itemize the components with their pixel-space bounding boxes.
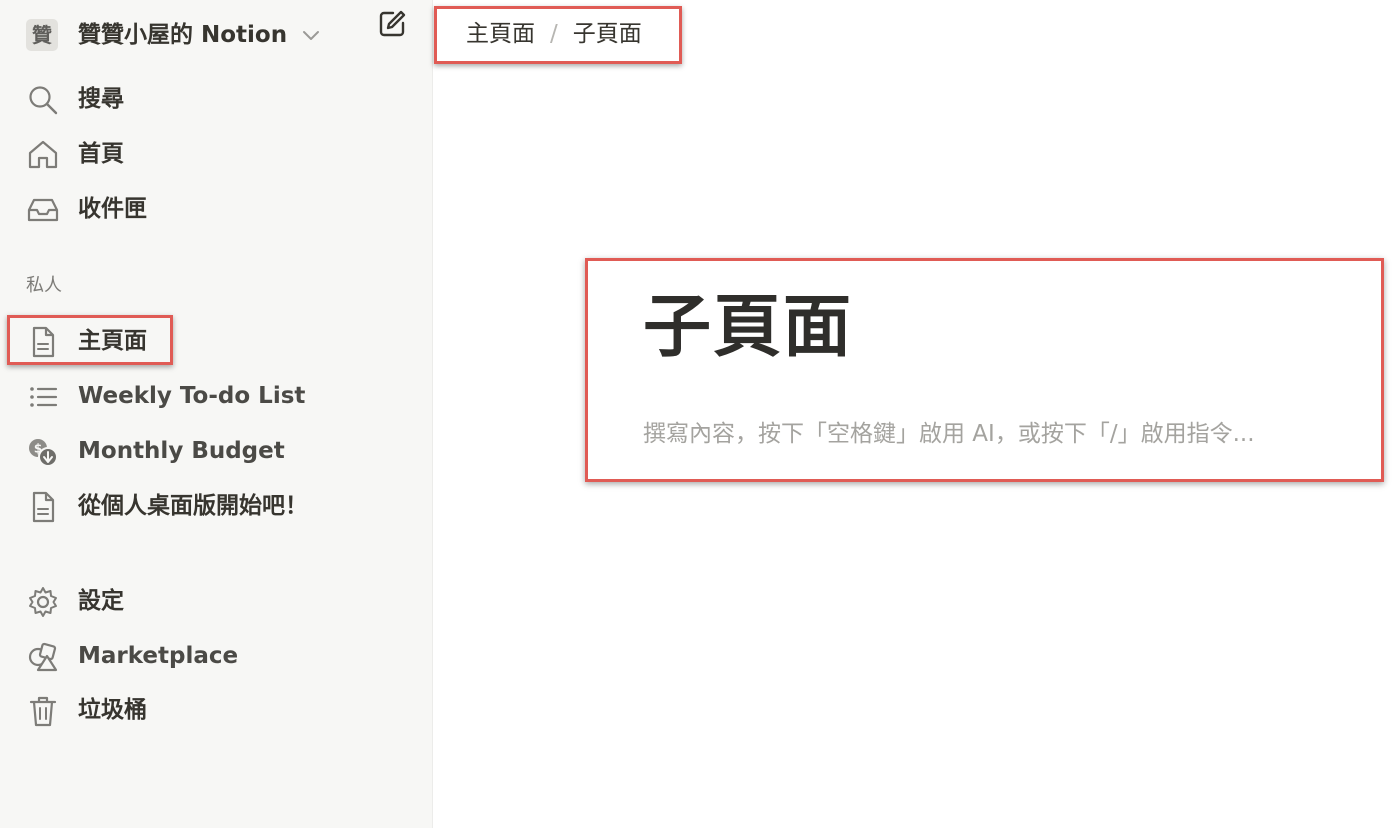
highlight-box-sidebar	[7, 315, 173, 365]
highlight-box-breadcrumb	[434, 6, 682, 64]
sidebar-item-search[interactable]: 搜尋	[0, 75, 433, 123]
sidebar-item-label: 設定	[78, 588, 124, 614]
marketplace-icon	[28, 642, 58, 672]
sidebar-item-home[interactable]: 首頁	[0, 130, 433, 178]
section-label-private: 私人	[26, 275, 62, 296]
search-icon	[29, 86, 58, 115]
workspace-name: 贊贊小屋的 Notion	[78, 22, 288, 48]
sidebar-item-label: Monthly Budget	[78, 438, 285, 464]
page-icon	[32, 491, 55, 523]
list-icon	[30, 387, 58, 407]
inbox-icon	[27, 198, 59, 222]
chevron-down-icon	[303, 31, 319, 40]
workspace-switcher[interactable]: 贊 贊贊小屋的 Notion	[0, 12, 433, 56]
sidebar-item-settings[interactable]: 設定	[0, 577, 433, 625]
highlight-box-content	[585, 258, 1384, 482]
sidebar-item-trash[interactable]: 垃圾桶	[0, 686, 433, 734]
sidebar-item-label: 首頁	[78, 141, 124, 167]
trash-icon	[29, 696, 57, 727]
sidebar-item-marketplace[interactable]: Marketplace	[0, 632, 433, 680]
sidebar-item-label: 收件匣	[78, 196, 147, 222]
sidebar-item-label: Marketplace	[78, 643, 239, 669]
sidebar-item-label: 從個人桌面版開始吧！	[78, 493, 308, 519]
sidebar-item-label: 搜尋	[78, 86, 124, 112]
new-page-icon[interactable]	[376, 8, 408, 40]
sidebar: 贊 贊贊小屋的 Notion 搜尋 首頁 收件匣 私人 主頁面 Weekly T…	[0, 0, 433, 828]
budget-icon: $	[29, 439, 58, 467]
sidebar-item-inbox[interactable]: 收件匣	[0, 185, 433, 233]
workspace-avatar: 贊	[26, 19, 58, 51]
sidebar-item-getting-started[interactable]: 從個人桌面版開始吧！	[0, 482, 433, 530]
sidebar-item-label: Weekly To-do List	[78, 383, 306, 409]
home-icon	[28, 140, 58, 169]
sidebar-item-monthly-budget[interactable]: $ Monthly Budget	[0, 427, 433, 475]
sidebar-item-weekly-todo[interactable]: Weekly To-do List	[0, 372, 433, 420]
gear-icon	[29, 587, 57, 617]
sidebar-item-label: 垃圾桶	[78, 697, 147, 723]
